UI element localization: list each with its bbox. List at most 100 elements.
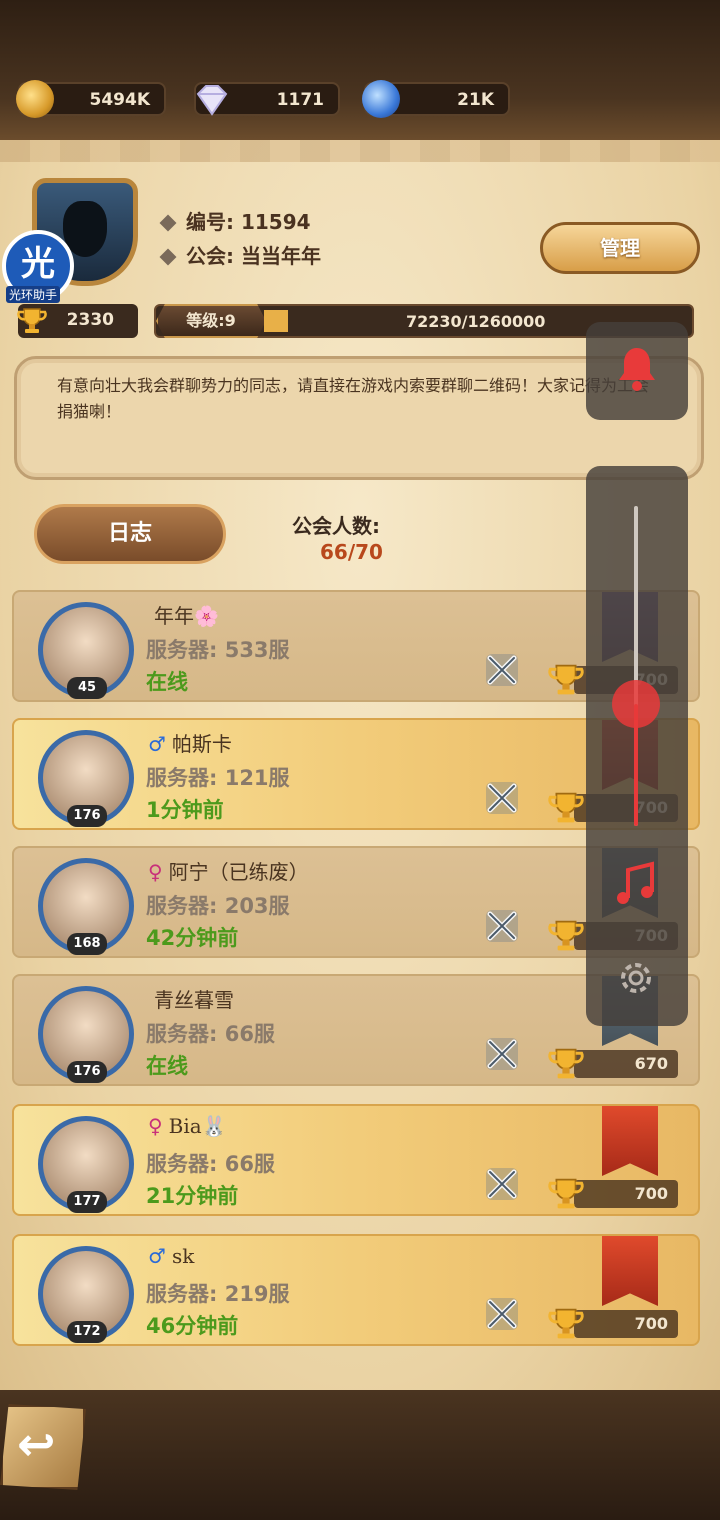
trophy-icon <box>546 662 586 698</box>
guild-level: 等级:9 <box>156 304 266 338</box>
back-arrow-icon: ↩ <box>17 1417 56 1471</box>
member-level: 168 <box>67 933 107 955</box>
member-trophies: 670 <box>574 1050 678 1078</box>
member-avatar[interactable]: 176 <box>38 730 134 827</box>
member-avatar[interactable]: 176 <box>38 986 134 1083</box>
log-button[interactable]: 日志 <box>34 504 226 564</box>
member-name-text: 年年🌸 <box>154 604 219 628</box>
member-server: 服务器: 121服 <box>146 766 290 790</box>
member-trophies: 700 <box>574 1180 678 1208</box>
gem-value: 1171 <box>276 90 324 110</box>
trophy-icon <box>546 1046 586 1082</box>
guild-name-text: 公会: 当当年年 <box>186 244 321 268</box>
guild-trophies: 2330 <box>16 304 138 338</box>
guild-exp-text: 72230/1260000 <box>406 312 546 331</box>
member-row[interactable]: 177 ♀ Bia🐰 服务器: 66服 21分钟前 700 <box>12 1104 700 1216</box>
notification-panel[interactable] <box>586 322 688 420</box>
scroll-counter[interactable]: 21K <box>362 80 510 118</box>
member-count-value: 66/70 <box>320 540 383 564</box>
member-name-text: 帕斯卡 <box>171 732 232 756</box>
member-status: 46分钟前 <box>146 1314 239 1338</box>
diamond-icon <box>192 80 230 118</box>
gold-counter[interactable]: 5494K <box>16 80 166 118</box>
member-server: 服务器: 219服 <box>146 1282 290 1306</box>
male-icon: ♂ <box>148 1244 166 1268</box>
music-note-icon[interactable] <box>612 860 660 908</box>
member-name: ♂ 帕斯卡 <box>148 728 232 757</box>
media-control-panel[interactable] <box>586 466 688 1026</box>
member-status: 1分钟前 <box>146 798 224 822</box>
helper-badge[interactable]: 光 光环助手 <box>2 230 78 303</box>
guild-id-text: 编号: 11594 <box>186 210 311 234</box>
member-trophies: 700 <box>574 1310 678 1338</box>
helper-label: 光环助手 <box>6 286 61 303</box>
member-status: 42分钟前 <box>146 926 239 950</box>
member-level: 176 <box>67 1061 107 1083</box>
bell-icon[interactable] <box>616 344 658 392</box>
panel-edge <box>0 140 720 162</box>
guild-notice-text: 有意向壮大我会群聊势力的同志，请直接在游戏内索要群聊二维码！大家记得为工会捐猫喇… <box>57 376 650 421</box>
female-icon: ♀ <box>148 860 163 884</box>
member-name: 年年🌸 <box>148 600 219 629</box>
scroll-value: 21K <box>457 90 494 110</box>
bottom-bar <box>0 1390 720 1520</box>
trophy-icon <box>546 790 586 826</box>
crossed-swords-icon[interactable] <box>482 778 522 818</box>
member-server: 服务器: 203服 <box>146 894 290 918</box>
guild-trophies-value: 2330 <box>66 310 114 330</box>
member-level: 177 <box>67 1191 107 1213</box>
member-trophies-value: 700 <box>634 1314 668 1333</box>
gold-coin-icon <box>16 80 54 118</box>
member-trophies-value: 700 <box>634 1184 668 1203</box>
member-banner-icon <box>602 1236 658 1306</box>
volume-slider-knob[interactable] <box>612 680 660 729</box>
trophy-icon <box>546 1176 586 1212</box>
diamond-bullet-icon <box>159 248 177 266</box>
member-server: 服务器: 66服 <box>146 1022 275 1046</box>
crossed-swords-icon[interactable] <box>482 1034 522 1074</box>
member-server: 服务器: 66服 <box>146 1152 275 1176</box>
top-bar <box>0 0 720 140</box>
member-count-label: 公会人数: <box>292 514 380 538</box>
guild-id: 编号: 11594 <box>159 206 311 235</box>
gear-icon[interactable] <box>614 956 658 1000</box>
level-progress-fill <box>264 310 288 332</box>
trophy-icon <box>546 918 586 954</box>
crossed-swords-icon[interactable] <box>482 1164 522 1204</box>
diamond-bullet-icon <box>159 214 177 232</box>
crossed-swords-icon[interactable] <box>482 650 522 690</box>
male-icon: ♂ <box>148 732 166 756</box>
member-banner-icon <box>602 1106 658 1176</box>
member-level: 45 <box>67 677 107 699</box>
scroll-icon <box>362 80 400 118</box>
member-name-text: sk <box>171 1244 195 1268</box>
trophy-icon <box>546 1306 586 1342</box>
trophy-icon <box>16 306 48 336</box>
member-name: ♀ 阿宁（已练废） <box>148 856 309 885</box>
member-name-text: Bia🐰 <box>168 1114 227 1138</box>
crossed-swords-icon[interactable] <box>482 906 522 946</box>
member-row[interactable]: 172 ♂ sk 服务器: 219服 46分钟前 700 <box>12 1234 700 1346</box>
member-name: 青丝暮雪 <box>148 984 234 1013</box>
back-button[interactable]: ↩ <box>0 1404 86 1490</box>
member-status: 在线 <box>146 1054 188 1078</box>
gem-counter[interactable]: 1171 <box>194 82 340 116</box>
member-name: ♂ sk <box>148 1244 194 1268</box>
gold-value: 5494K <box>89 90 151 110</box>
member-avatar[interactable]: 177 <box>38 1116 134 1213</box>
guild-name: 公会: 当当年年 <box>159 240 321 269</box>
member-name: ♀ Bia🐰 <box>148 1114 227 1138</box>
manage-button[interactable]: 管理 <box>540 222 700 274</box>
member-trophies-value: 670 <box>634 1054 668 1073</box>
member-name-text: 青丝暮雪 <box>154 988 234 1012</box>
member-avatar[interactable]: 45 <box>38 602 134 699</box>
member-status: 在线 <box>146 670 188 694</box>
crossed-swords-icon[interactable] <box>482 1294 522 1334</box>
member-server: 服务器: 533服 <box>146 638 290 662</box>
member-avatar[interactable]: 172 <box>38 1246 134 1343</box>
member-status: 21分钟前 <box>146 1184 239 1208</box>
member-name-text: 阿宁（已练废） <box>168 860 309 884</box>
member-level: 176 <box>67 805 107 827</box>
member-level: 172 <box>67 1321 107 1343</box>
member-avatar[interactable]: 168 <box>38 858 134 955</box>
